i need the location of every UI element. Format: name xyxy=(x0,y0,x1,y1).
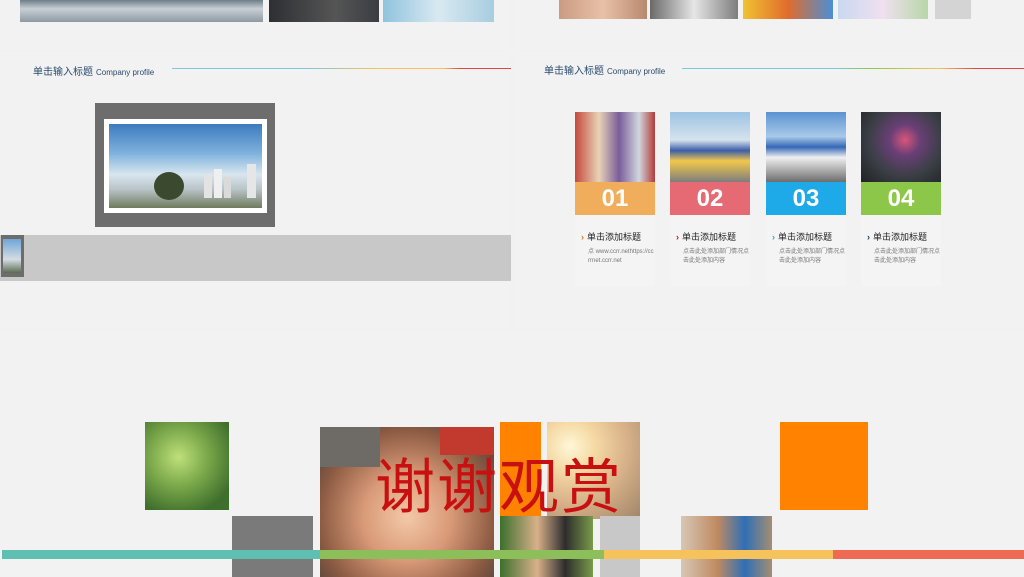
photo-hands-small xyxy=(559,0,647,19)
photo-umbrella xyxy=(743,0,833,19)
card-body: 点击此处添加部门情况点击此处添加内容 xyxy=(683,249,750,264)
child-photo xyxy=(681,516,772,577)
thumb-photo xyxy=(1,235,24,277)
card-body: 点击此处添加部门情况点击此处添加内容 xyxy=(779,249,846,264)
card-1: 01 › 单击添加标题 点 www.ccrr.nethttps://ccrrnet… xyxy=(575,112,655,286)
photo-charts xyxy=(838,0,928,19)
bus-stop-photo xyxy=(766,112,846,182)
left-slide-heading: 单击输入标题 Company profile xyxy=(33,67,155,78)
heading-rule xyxy=(172,68,511,69)
elevator-ad-photo xyxy=(861,112,941,182)
card-4: 04 › 单击添加标题 点击此处添加部门情况点击此处添加内容 xyxy=(861,112,941,286)
heading-rule xyxy=(682,68,1024,69)
card-number: 01 xyxy=(575,182,655,215)
billboard-photo xyxy=(670,112,750,182)
photo-dark xyxy=(269,0,379,22)
photo-street-small xyxy=(650,0,738,19)
man-smiling-photo xyxy=(500,516,593,577)
photo-blue xyxy=(383,0,494,22)
card-2: 02 › 单击添加标题 点击此处添加部门情况点击此处添加内容 xyxy=(670,112,750,286)
top-right-slide-fragment xyxy=(513,0,1024,50)
gray-block-small xyxy=(600,516,640,577)
card-title: › 单击添加标题 xyxy=(581,232,642,242)
picture-frame xyxy=(95,103,275,227)
card-number: 04 xyxy=(861,182,941,215)
card-body: 点 www.ccrr.nethttps://ccrrnet.ccrr.net xyxy=(588,249,654,264)
card-number: 02 xyxy=(670,182,750,215)
stripe-red xyxy=(833,550,1024,559)
stripe-yellow xyxy=(604,550,833,559)
card-number: 03 xyxy=(766,182,846,215)
card-body: 点击此处添加部门情况点击此处添加内容 xyxy=(874,249,941,264)
card-3: 03 › 单击添加标题 点击此处添加部门情况点击此处添加内容 xyxy=(766,112,846,286)
top-left-slide-fragment xyxy=(0,0,511,50)
photo-water xyxy=(20,0,263,22)
gray-band xyxy=(0,235,511,281)
card-title: › 单击添加标题 xyxy=(867,232,928,242)
card-title: › 单击添加标题 xyxy=(676,232,737,242)
gray-block xyxy=(935,0,971,19)
right-slide-heading: 单击输入标题 Company profile xyxy=(544,66,666,77)
left-slide: 单击输入标题 Company profile xyxy=(0,52,511,328)
right-slide: 单击输入标题 Company profile 01 › 单击添加标题 点 www.c… xyxy=(513,52,1024,328)
stripe-teal xyxy=(2,550,320,559)
card-title: › 单击添加标题 xyxy=(772,232,833,242)
picture-mat xyxy=(104,119,267,213)
gray-block xyxy=(232,516,313,577)
orange-square-right xyxy=(780,422,868,510)
stripe-green xyxy=(320,550,604,559)
storefront-photo xyxy=(575,112,655,182)
end-slide: 谢谢观赏 xyxy=(0,330,1024,577)
city-skyline-photo xyxy=(109,124,262,208)
thanks-title: 谢谢观赏 xyxy=(375,453,623,523)
tree-photo xyxy=(145,422,229,510)
